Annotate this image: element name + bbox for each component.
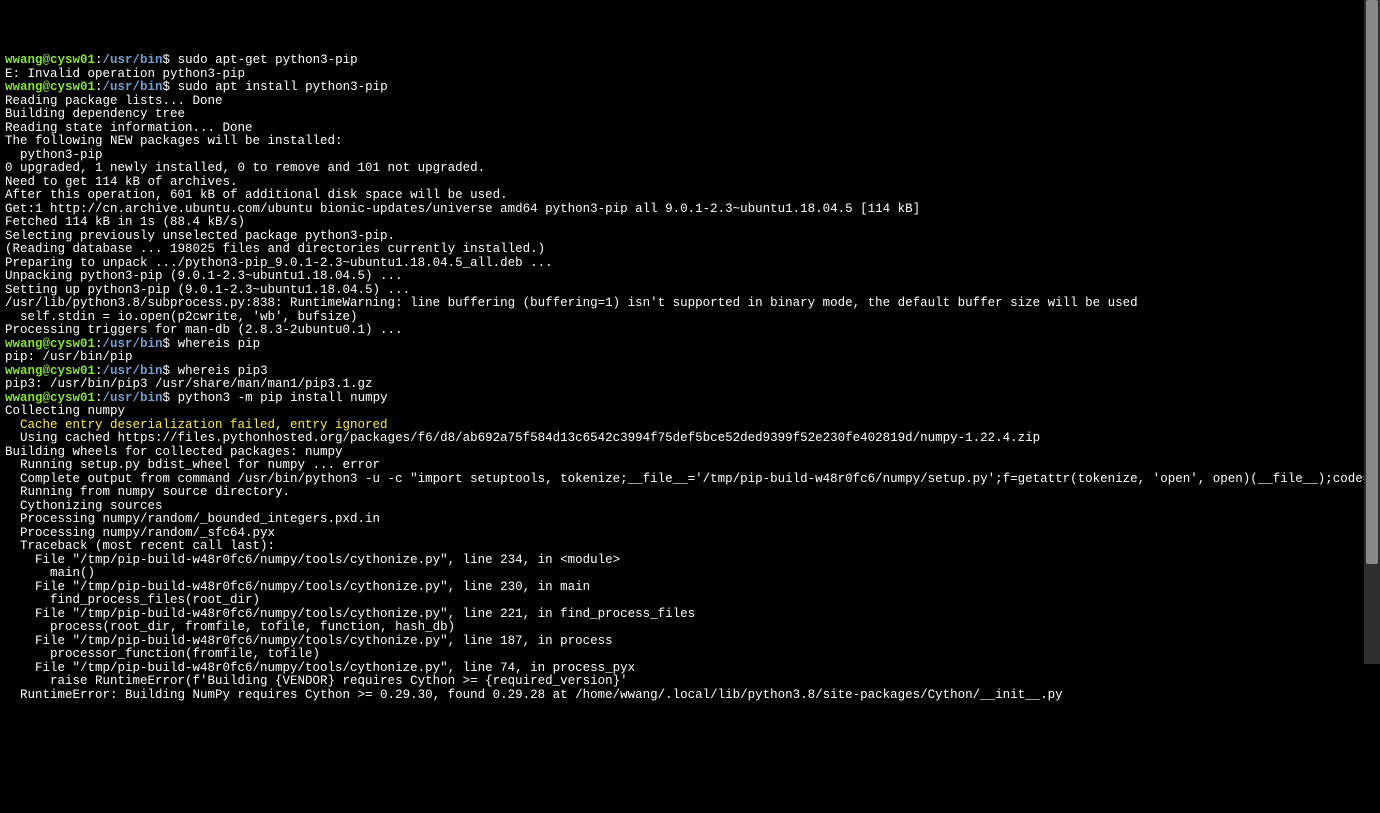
prompt-path: /usr/bin — [103, 391, 163, 405]
terminal-output-line: Using cached https://files.pythonhosted.… — [5, 432, 1375, 446]
command-text: sudo apt-get python3-pip — [178, 54, 358, 67]
prompt-path: /usr/bin — [103, 364, 163, 378]
terminal-output-line: (Reading database ... 198025 files and d… — [5, 243, 1375, 257]
prompt-user-host: wwang@cysw01 — [5, 80, 95, 94]
terminal-output-line: Running setup.py bdist_wheel for numpy .… — [5, 459, 1375, 473]
terminal-prompt-line: wwang@cysw01:/usr/bin$ sudo apt-get pyth… — [5, 54, 1375, 68]
terminal-output-line: 0 upgraded, 1 newly installed, 0 to remo… — [5, 162, 1375, 176]
prompt-colon: : — [95, 364, 103, 378]
terminal-output-line: Processing triggers for man-db (2.8.3-2u… — [5, 324, 1375, 338]
terminal-output-line: python3-pip — [5, 149, 1375, 163]
terminal-output-line: Traceback (most recent call last): — [5, 540, 1375, 554]
terminal-output-line: File "/tmp/pip-build-w48r0fc6/numpy/tool… — [5, 635, 1375, 649]
prompt-dollar: $ — [163, 54, 178, 67]
terminal-output-line: find_process_files(root_dir) — [5, 594, 1375, 608]
terminal-output-line: Processing numpy/random/_bounded_integer… — [5, 513, 1375, 527]
prompt-path: /usr/bin — [103, 80, 163, 94]
prompt-colon: : — [95, 391, 103, 405]
terminal-output-line: Building wheels for collected packages: … — [5, 446, 1375, 460]
prompt-colon: : — [95, 54, 103, 67]
scrollbar-track[interactable] — [1364, 0, 1380, 664]
terminal-output-line: Running from numpy source directory. — [5, 486, 1375, 500]
terminal-output-line: raise RuntimeError(f'Building {VENDOR} r… — [5, 675, 1375, 689]
terminal-output-line: main() — [5, 567, 1375, 581]
terminal-output-line: Reading state information... Done — [5, 122, 1375, 136]
prompt-user-host: wwang@cysw01 — [5, 391, 95, 405]
terminal-output-line: Complete output from command /usr/bin/py… — [5, 473, 1375, 487]
terminal-output-line: Cythonizing sources — [5, 500, 1375, 514]
prompt-dollar: $ — [163, 364, 178, 378]
terminal-output-line: Fetched 114 kB in 1s (88.4 kB/s) — [5, 216, 1375, 230]
terminal-output-line: Setting up python3-pip (9.0.1-2.3~ubuntu… — [5, 284, 1375, 298]
terminal-output-line: Reading package lists... Done — [5, 95, 1375, 109]
prompt-user-host: wwang@cysw01 — [5, 337, 95, 351]
terminal-output-line: File "/tmp/pip-build-w48r0fc6/numpy/tool… — [5, 554, 1375, 568]
terminal-output-line: Selecting previously unselected package … — [5, 230, 1375, 244]
terminal-output-line: Collecting numpy — [5, 405, 1375, 419]
terminal-output-line: The following NEW packages will be insta… — [5, 135, 1375, 149]
prompt-path: /usr/bin — [103, 54, 163, 67]
terminal-prompt-line: wwang@cysw01:/usr/bin$ sudo apt install … — [5, 81, 1375, 95]
terminal-output-line: pip3: /usr/bin/pip3 /usr/share/man/man1/… — [5, 378, 1375, 392]
terminal-output-line: File "/tmp/pip-build-w48r0fc6/numpy/tool… — [5, 581, 1375, 595]
command-text: whereis pip3 — [178, 364, 268, 378]
terminal-output-line: process(root_dir, fromfile, tofile, func… — [5, 621, 1375, 635]
command-text: python3 -m pip install numpy — [178, 391, 388, 405]
prompt-user-host: wwang@cysw01 — [5, 364, 95, 378]
prompt-dollar: $ — [163, 80, 178, 94]
command-text: whereis pip — [178, 337, 261, 351]
terminal-prompt-line: wwang@cysw01:/usr/bin$ whereis pip — [5, 338, 1375, 352]
terminal-output-line: self.stdin = io.open(p2cwrite, 'wb', buf… — [5, 311, 1375, 325]
terminal-output-line: After this operation, 601 kB of addition… — [5, 189, 1375, 203]
terminal-output-line: /usr/lib/python3.8/subprocess.py:838: Ru… — [5, 297, 1375, 311]
terminal-output-line: pip: /usr/bin/pip — [5, 351, 1375, 365]
terminal-prompt-line: wwang@cysw01:/usr/bin$ python3 -m pip in… — [5, 392, 1375, 406]
terminal-output-line: Unpacking python3-pip (9.0.1-2.3~ubuntu1… — [5, 270, 1375, 284]
terminal-output-line: processor_function(fromfile, tofile) — [5, 648, 1375, 662]
terminal-prompt-line: wwang@cysw01:/usr/bin$ whereis pip3 — [5, 365, 1375, 379]
terminal-output-line: Building dependency tree — [5, 108, 1375, 122]
terminal-output-line: RuntimeError: Building NumPy requires Cy… — [5, 689, 1375, 703]
prompt-user-host: wwang@cysw01 — [5, 54, 95, 67]
terminal-output-line: Processing numpy/random/_sfc64.pyx — [5, 527, 1375, 541]
terminal-output-line: Get:1 http://cn.archive.ubuntu.com/ubunt… — [5, 203, 1375, 217]
prompt-dollar: $ — [163, 337, 178, 351]
prompt-path: /usr/bin — [103, 337, 163, 351]
command-text: sudo apt install python3-pip — [178, 80, 388, 94]
terminal-output-line: E: Invalid operation python3-pip — [5, 68, 1375, 82]
terminal-output-line: File "/tmp/pip-build-w48r0fc6/numpy/tool… — [5, 608, 1375, 622]
terminal-warning-line: Cache entry deserialization failed, entr… — [5, 419, 1375, 433]
terminal-output-line: Preparing to unpack .../python3-pip_9.0.… — [5, 257, 1375, 271]
prompt-colon: : — [95, 337, 103, 351]
prompt-colon: : — [95, 80, 103, 94]
scrollbar-thumb[interactable] — [1366, 0, 1378, 564]
terminal-output-line: Need to get 114 kB of archives. — [5, 176, 1375, 190]
terminal-output[interactable]: wwang@cysw01:/usr/bin$ sudo apt-get pyth… — [0, 54, 1380, 718]
prompt-dollar: $ — [163, 391, 178, 405]
